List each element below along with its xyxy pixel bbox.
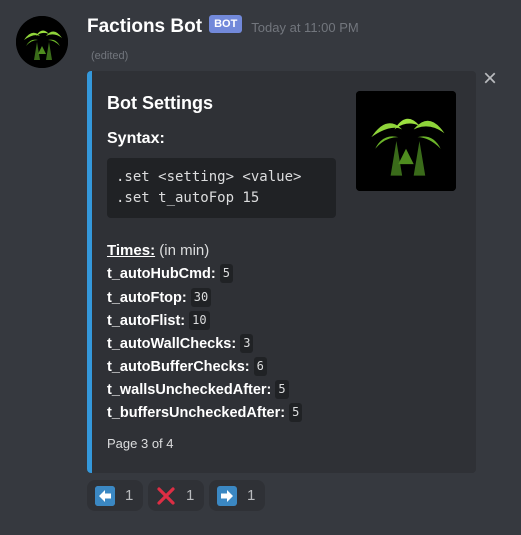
edited-indicator: (edited)	[91, 50, 129, 62]
setting-value: 10	[189, 311, 210, 330]
arrow-right-icon	[217, 485, 237, 506]
embed-thumbnail[interactable]	[356, 91, 456, 191]
palm-trees-logo	[16, 16, 68, 68]
syntax-label: Syntax:	[107, 130, 165, 147]
setting-row: t_autoWallChecks: 3	[107, 334, 254, 353]
setting-row: t_buffersUncheckedAfter: 5	[107, 403, 303, 422]
bot-avatar[interactable]	[16, 16, 68, 68]
palm-trees-logo	[356, 91, 456, 191]
setting-key: t_autoFlist:	[107, 312, 186, 329]
cross-mark-icon	[156, 486, 176, 506]
message-header: Factions Bot BOT Today at 11:00 PM	[87, 14, 359, 40]
setting-key: t_autoWallChecks:	[107, 335, 237, 352]
username[interactable]: Factions Bot	[87, 16, 202, 38]
times-note: (in min)	[155, 242, 210, 259]
reaction-count: 1	[186, 487, 195, 504]
reaction-count: 1	[125, 487, 134, 504]
times-label: Times:	[107, 242, 156, 259]
setting-row: t_autoFtop: 30	[107, 288, 212, 307]
code-line: .set t_autoFop 15	[116, 190, 260, 206]
setting-key: t_buffersUncheckedAfter:	[107, 404, 286, 421]
embed-title: Bot Settings	[107, 93, 213, 113]
setting-row: t_autoFlist: 10	[107, 311, 210, 330]
setting-value: 5	[275, 380, 289, 399]
setting-value: 6	[253, 357, 267, 376]
code-line: .set <setting> <value>	[116, 169, 302, 185]
reaction-arrow-left[interactable]: 1	[87, 480, 143, 511]
setting-value: 5	[219, 264, 233, 283]
bot-badge: BOT	[209, 15, 243, 33]
reaction-count: 1	[247, 487, 256, 504]
setting-key: t_autoHubCmd:	[107, 265, 216, 282]
setting-key: t_autoBufferChecks:	[107, 358, 250, 375]
reaction-arrow-right[interactable]: 1	[209, 480, 265, 511]
setting-row: t_autoBufferChecks: 6	[107, 357, 267, 376]
setting-key: t_wallsUncheckedAfter:	[107, 381, 272, 398]
setting-row: t_wallsUncheckedAfter: 5	[107, 380, 289, 399]
reaction-cross[interactable]: 1	[148, 480, 204, 511]
setting-value: 3	[240, 334, 254, 353]
close-icon[interactable]: ×	[480, 67, 500, 91]
setting-value: 5	[289, 403, 303, 422]
syntax-code-block: .set <setting> <value> .set t_autoFop 15	[107, 158, 336, 218]
setting-value: 30	[190, 288, 212, 307]
setting-key: t_autoFtop:	[107, 289, 187, 306]
embed-footer: Page 3 of 4	[107, 436, 174, 451]
times-heading: Times: (in min)	[107, 242, 209, 259]
setting-row: t_autoHubCmd: 5	[107, 264, 233, 283]
timestamp[interactable]: Today at 11:00 PM	[251, 20, 358, 35]
arrow-left-icon	[95, 485, 115, 506]
